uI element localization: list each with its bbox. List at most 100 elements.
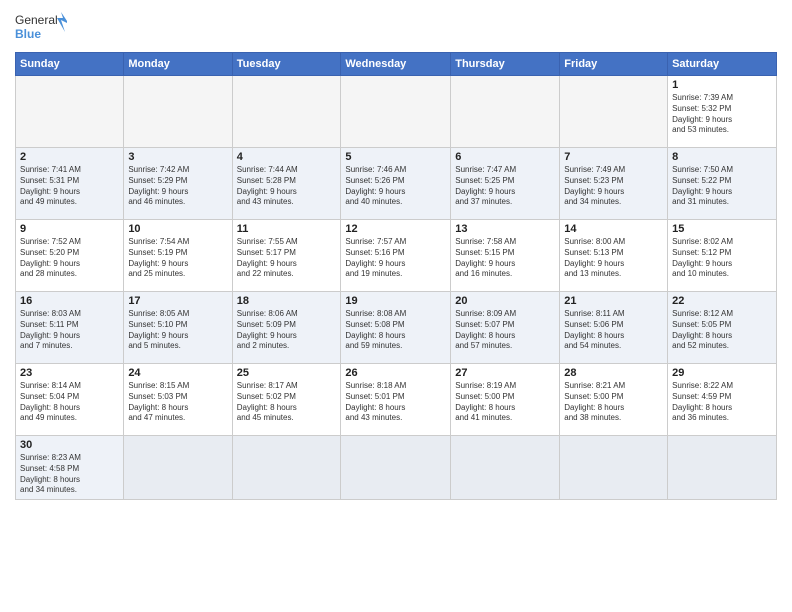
calendar-cell [16,76,124,148]
calendar-week-row: 16 Sunrise: 8:03 AM Sunset: 5:11 PM Dayli… [16,292,777,364]
calendar-cell [232,436,341,500]
day-info: Sunrise: 8:02 AM Sunset: 5:12 PM Dayligh… [672,237,772,280]
calendar-cell: 16 Sunrise: 8:03 AM Sunset: 5:11 PM Dayli… [16,292,124,364]
calendar-week-row: 2 Sunrise: 7:41 AM Sunset: 5:31 PM Daylig… [16,148,777,220]
day-number: 15 [672,223,772,235]
day-number: 28 [564,367,663,379]
calendar-week-row: 1 Sunrise: 7:39 AM Sunset: 5:32 PM Daylig… [16,76,777,148]
day-info: Sunrise: 8:06 AM Sunset: 5:09 PM Dayligh… [237,309,337,352]
day-number: 25 [237,367,337,379]
page: General Blue Sunday Monday Tuesday Wedne… [0,0,792,612]
calendar-cell: 19Sunrise: 8:08 AM Sunset: 5:08 PM Dayli… [341,292,451,364]
day-info: Sunrise: 7:54 AM Sunset: 5:19 PM Dayligh… [128,237,227,280]
svg-text:Blue: Blue [15,27,41,41]
calendar-week-row: 23Sunrise: 8:14 AM Sunset: 5:04 PM Dayli… [16,364,777,436]
day-info: Sunrise: 8:11 AM Sunset: 5:06 PM Dayligh… [564,309,663,352]
day-info: Sunrise: 7:41 AM Sunset: 5:31 PM Dayligh… [20,165,119,208]
calendar-cell: 10Sunrise: 7:54 AM Sunset: 5:19 PM Dayli… [124,220,232,292]
generalblue-logo-icon: General Blue [15,10,67,46]
calendar-cell: 30 Sunrise: 8:23 AM Sunset: 4:58 PM Dayli… [16,436,124,500]
day-info: Sunrise: 7:46 AM Sunset: 5:26 PM Dayligh… [345,165,446,208]
day-number: 13 [455,223,555,235]
col-saturday: Saturday [668,53,777,76]
col-wednesday: Wednesday [341,53,451,76]
calendar-cell: 3Sunrise: 7:42 AM Sunset: 5:29 PM Daylig… [124,148,232,220]
calendar-cell: 29 Sunrise: 8:22 AM Sunset: 4:59 PM Dayli… [668,364,777,436]
calendar-cell: 24 Sunrise: 8:15 AM Sunset: 5:03 PM Dayli… [124,364,232,436]
day-info: Sunrise: 8:12 AM Sunset: 5:05 PM Dayligh… [672,309,772,352]
header: General Blue [15,10,777,46]
svg-text:General: General [15,13,58,27]
calendar-cell: 22 Sunrise: 8:12 AM Sunset: 5:05 PM Dayli… [668,292,777,364]
calendar-cell [451,76,560,148]
calendar-cell: 8 Sunrise: 7:50 AM Sunset: 5:22 PM Daylig… [668,148,777,220]
day-number: 14 [564,223,663,235]
calendar-cell: 26Sunrise: 8:18 AM Sunset: 5:01 PM Dayli… [341,364,451,436]
day-number: 16 [20,295,119,307]
calendar-cell: 23Sunrise: 8:14 AM Sunset: 5:04 PM Dayli… [16,364,124,436]
calendar-week-row: 30 Sunrise: 8:23 AM Sunset: 4:58 PM Dayli… [16,436,777,500]
day-info: Sunrise: 8:05 AM Sunset: 5:10 PM Dayligh… [128,309,227,352]
day-number: 9 [20,223,119,235]
day-info: Sunrise: 8:14 AM Sunset: 5:04 PM Dayligh… [20,381,119,424]
calendar-cell: 11Sunrise: 7:55 AM Sunset: 5:17 PM Dayli… [232,220,341,292]
calendar-cell: 15 Sunrise: 8:02 AM Sunset: 5:12 PM Dayli… [668,220,777,292]
day-info: Sunrise: 8:09 AM Sunset: 5:07 PM Dayligh… [455,309,555,352]
calendar-cell: 13Sunrise: 7:58 AM Sunset: 5:15 PM Dayli… [451,220,560,292]
col-friday: Friday [560,53,668,76]
day-number: 20 [455,295,555,307]
calendar-cell [560,436,668,500]
calendar-cell: 1 Sunrise: 7:39 AM Sunset: 5:32 PM Daylig… [668,76,777,148]
day-number: 30 [20,439,119,451]
day-number: 6 [455,151,555,163]
calendar-cell: 20 Sunrise: 8:09 AM Sunset: 5:07 PM Dayli… [451,292,560,364]
calendar-cell: 14 Sunrise: 8:00 AM Sunset: 5:13 PM Dayli… [560,220,668,292]
day-info: Sunrise: 7:39 AM Sunset: 5:32 PM Dayligh… [672,93,772,136]
calendar-cell: 12 Sunrise: 7:57 AM Sunset: 5:16 PM Dayli… [341,220,451,292]
day-number: 29 [672,367,772,379]
day-number: 1 [672,79,772,91]
calendar-cell: 5 Sunrise: 7:46 AM Sunset: 5:26 PM Daylig… [341,148,451,220]
col-sunday: Sunday [16,53,124,76]
day-info: Sunrise: 7:44 AM Sunset: 5:28 PM Dayligh… [237,165,337,208]
day-number: 5 [345,151,446,163]
weekday-header-row: Sunday Monday Tuesday Wednesday Thursday… [16,53,777,76]
logo: General Blue [15,10,67,46]
calendar-cell: 25Sunrise: 8:17 AM Sunset: 5:02 PM Dayli… [232,364,341,436]
calendar-week-row: 9Sunrise: 7:52 AM Sunset: 5:20 PM Daylig… [16,220,777,292]
day-info: Sunrise: 8:19 AM Sunset: 5:00 PM Dayligh… [455,381,555,424]
calendar-cell [124,436,232,500]
day-number: 24 [128,367,227,379]
calendar-cell: 18Sunrise: 8:06 AM Sunset: 5:09 PM Dayli… [232,292,341,364]
day-info: Sunrise: 8:21 AM Sunset: 5:00 PM Dayligh… [564,381,663,424]
day-info: Sunrise: 8:18 AM Sunset: 5:01 PM Dayligh… [345,381,446,424]
day-number: 4 [237,151,337,163]
day-number: 2 [20,151,119,163]
day-info: Sunrise: 7:42 AM Sunset: 5:29 PM Dayligh… [128,165,227,208]
day-info: Sunrise: 8:22 AM Sunset: 4:59 PM Dayligh… [672,381,772,424]
calendar-cell: 28 Sunrise: 8:21 AM Sunset: 5:00 PM Dayli… [560,364,668,436]
col-monday: Monday [124,53,232,76]
day-info: Sunrise: 7:57 AM Sunset: 5:16 PM Dayligh… [345,237,446,280]
day-info: Sunrise: 8:00 AM Sunset: 5:13 PM Dayligh… [564,237,663,280]
calendar-cell [124,76,232,148]
calendar-cell: 2 Sunrise: 7:41 AM Sunset: 5:31 PM Daylig… [16,148,124,220]
day-info: Sunrise: 8:03 AM Sunset: 5:11 PM Dayligh… [20,309,119,352]
day-number: 8 [672,151,772,163]
col-thursday: Thursday [451,53,560,76]
calendar-cell [451,436,560,500]
day-info: Sunrise: 7:55 AM Sunset: 5:17 PM Dayligh… [237,237,337,280]
calendar-cell: 4 Sunrise: 7:44 AM Sunset: 5:28 PM Daylig… [232,148,341,220]
day-number: 19 [345,295,446,307]
col-tuesday: Tuesday [232,53,341,76]
day-number: 22 [672,295,772,307]
calendar-cell [668,436,777,500]
day-info: Sunrise: 7:50 AM Sunset: 5:22 PM Dayligh… [672,165,772,208]
day-info: Sunrise: 8:23 AM Sunset: 4:58 PM Dayligh… [20,453,119,496]
calendar-cell [341,436,451,500]
calendar-cell: 7Sunrise: 7:49 AM Sunset: 5:23 PM Daylig… [560,148,668,220]
day-number: 21 [564,295,663,307]
day-info: Sunrise: 8:15 AM Sunset: 5:03 PM Dayligh… [128,381,227,424]
calendar-cell: 27Sunrise: 8:19 AM Sunset: 5:00 PM Dayli… [451,364,560,436]
day-number: 12 [345,223,446,235]
